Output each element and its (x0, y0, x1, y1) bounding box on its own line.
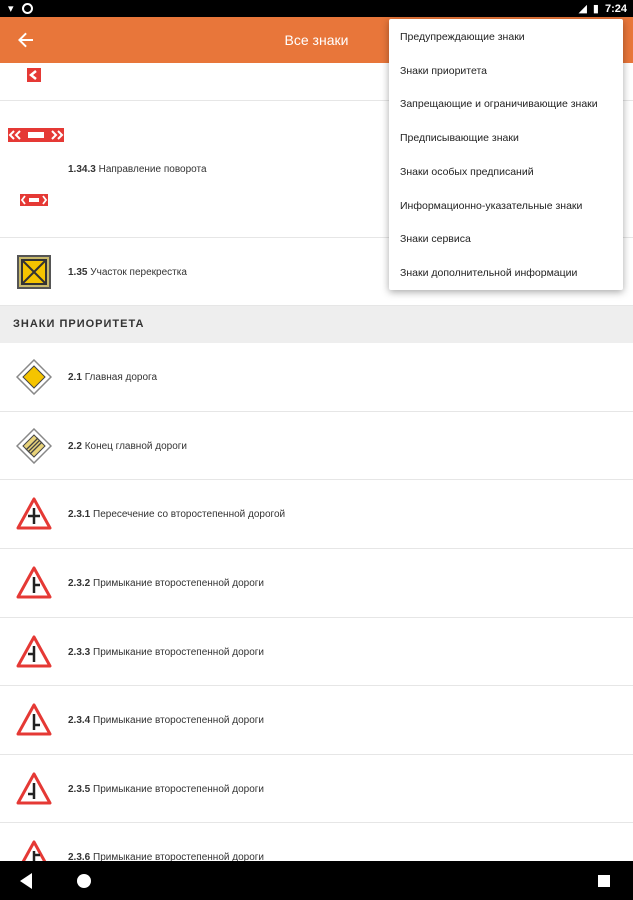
menu-item-priority[interactable]: Знаки приоритета (389, 54, 623, 88)
sign-label: 2.3.2 Примыкание второстепенной дороги (68, 578, 264, 589)
sign-name: Примыкание второстепенной дороги (93, 852, 265, 861)
adjoining-right-sign-icon (16, 565, 52, 601)
sign-label: 2.3.6 Примыкание второстепенной дороги (68, 852, 264, 861)
sign-code: 2.3.2 (68, 578, 91, 589)
crossroad-secondary-sign-icon (16, 496, 52, 532)
battery-icon: ▮ (592, 3, 599, 15)
signal-icon: ◢ (578, 3, 587, 15)
turn-direction-sign-icon (8, 125, 64, 145)
sign-name: Примыкание второстепенной дороги (93, 784, 265, 795)
turn-direction-small-icon (18, 193, 50, 207)
intersection-area-sign-icon (16, 254, 52, 290)
sign-label: 2.3.1 Пересечение со второстепенной доро… (68, 509, 285, 520)
list-item[interactable]: 2.3.3 Примыкание второстепенной дороги (0, 618, 633, 686)
sign-name: Главная дорога (84, 372, 158, 383)
nav-bar (0, 861, 633, 900)
adjoining-left-sign-icon (16, 634, 52, 670)
menu-item-warning[interactable]: Предупреждающие знаки (389, 20, 623, 54)
list-item[interactable]: 2.3.6 Примыкание второстепенной дороги (0, 823, 633, 861)
menu-item-informational[interactable]: Информационно-указательные знаки (389, 189, 623, 223)
sign-label: 1.35 Участок перекрестка (68, 267, 187, 278)
end-main-road-sign-icon (16, 428, 52, 464)
list-item[interactable]: 2.3.2 Примыкание второстепенной дороги (0, 549, 633, 618)
status-left: ▾ (8, 2, 33, 15)
sync-icon (21, 3, 33, 14)
menu-item-mandatory[interactable]: Предписывающие знаки (389, 121, 623, 155)
menu-item-service[interactable]: Знаки сервиса (389, 223, 623, 257)
sign-label: 1.34.3 Направление поворота (68, 164, 207, 175)
sign-name: Конец главной дороги (84, 441, 188, 452)
menu-item-additional[interactable]: Знаки дополнительной информации (389, 256, 623, 290)
sign-code: 2.1 (68, 372, 82, 383)
sign-name: Направление поворота (98, 164, 207, 175)
sign-code: 2.3.5 (68, 784, 91, 795)
list-item[interactable]: 2.1 Главная дорога (0, 343, 633, 412)
wifi-icon: ▾ (8, 3, 14, 15)
sign-code: 2.2 (68, 441, 82, 452)
sign-code: 2.3.6 (68, 852, 91, 861)
sign-name: Примыкание второстепенной дороги (93, 578, 265, 589)
status-time: 7:24 (604, 2, 627, 15)
nav-back-icon[interactable] (20, 873, 32, 889)
list-item[interactable]: 2.2 Конец главной дороги (0, 412, 633, 480)
sign-icon (16, 63, 52, 93)
sign-label: 2.1 Главная дорога (68, 372, 157, 383)
sign-code: 1.35 (68, 267, 88, 278)
sign-code: 2.3.1 (68, 509, 91, 520)
list-item[interactable]: 2.3.1 Пересечение со второстепенной доро… (0, 480, 633, 549)
sign-name: Примыкание второстепенной дороги (93, 647, 265, 658)
list-item[interactable]: 2.3.4 Примыкание второстепенной дороги (0, 686, 633, 755)
list-item[interactable]: 2.3.5 Примыкание второстепенной дороги (0, 755, 633, 823)
sign-label: 2.3.4 Примыкание второстепенной дороги (68, 715, 264, 726)
sign-code: 2.3.4 (68, 715, 91, 726)
menu-item-prohibitory[interactable]: Запрещающие и ограничивающие знаки (389, 88, 623, 122)
nav-recent-icon[interactable] (598, 875, 610, 887)
adjoining-right-offset-sign-icon (16, 702, 52, 738)
main-road-sign-icon (16, 359, 52, 395)
sign-label: 2.3.5 Примыкание второстепенной дороги (68, 784, 264, 795)
sign-name: Пересечение со второстепенной дорогой (93, 509, 286, 520)
sign-code: 2.3.3 (68, 647, 91, 658)
sign-code: 1.34.3 (68, 164, 96, 175)
sign-label: 2.2 Конец главной дороги (68, 441, 187, 452)
adjoining-left-offset-sign-icon (16, 771, 52, 807)
menu-item-special[interactable]: Знаки особых предписаний (389, 155, 623, 189)
sign-name: Участок перекрестка (90, 267, 187, 278)
status-right: ◢ ▮ 7:24 (578, 2, 627, 16)
sign-label: 2.3.3 Примыкание второстепенной дороги (68, 647, 264, 658)
category-menu: Предупреждающие знаки Знаки приоритета З… (389, 19, 623, 290)
sign-name: Примыкание второстепенной дороги (93, 715, 265, 726)
section-header-priority: ЗНАКИ ПРИОРИТЕТА (0, 306, 633, 343)
nav-home-icon[interactable] (77, 874, 91, 888)
status-bar: ▾ ◢ ▮ 7:24 (0, 0, 633, 17)
adjoining-right-upper-sign-icon (16, 839, 52, 861)
